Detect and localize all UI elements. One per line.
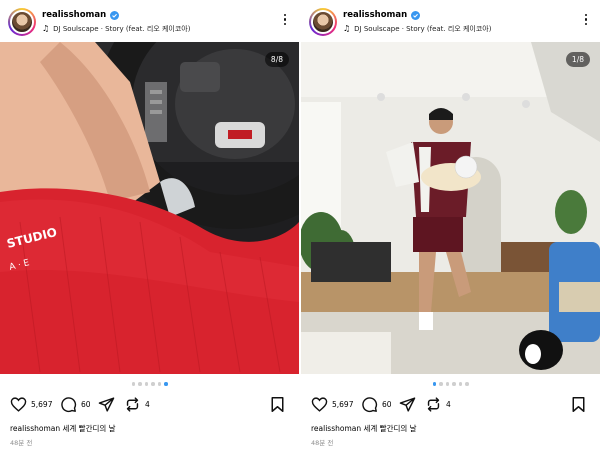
music-note-icon: ♫ bbox=[42, 24, 50, 33]
post-photo[interactable]: STUDIO A · E 8/8 bbox=[0, 42, 299, 374]
share-button[interactable] bbox=[98, 396, 115, 413]
music-label: DJ Soulscape · Story (feat. 리오 케이코아) bbox=[53, 25, 191, 33]
avatar[interactable] bbox=[309, 8, 337, 36]
comments-count: 60 bbox=[382, 400, 392, 409]
action-bar: 5,697 60 4 bbox=[311, 396, 590, 416]
carousel-dot-active bbox=[432, 382, 436, 386]
carousel-dot-active bbox=[164, 382, 168, 386]
carousel-dot bbox=[138, 382, 142, 386]
post-header: realisshoman ♫ DJ Soulscape · Story (fea… bbox=[309, 8, 592, 38]
username[interactable]: realisshoman bbox=[42, 10, 106, 20]
likes-count: 5,697 bbox=[332, 400, 354, 409]
carousel-dot bbox=[151, 382, 155, 386]
like-button[interactable]: 5,697 bbox=[311, 396, 353, 413]
photo-counter: 1/8 bbox=[565, 52, 590, 67]
living-room-photo bbox=[301, 42, 600, 374]
save-button[interactable] bbox=[571, 396, 586, 417]
action-bar: 5,697 60 4 bbox=[10, 396, 289, 416]
carousel-dot bbox=[452, 382, 456, 386]
username[interactable]: realisshoman bbox=[343, 10, 407, 20]
comment-button[interactable]: 60 bbox=[60, 396, 91, 413]
caption-text: 세계 빨간디의 날 bbox=[363, 424, 417, 433]
comments-count: 60 bbox=[81, 400, 91, 409]
carousel-dot bbox=[144, 382, 148, 386]
caption: realisshoman 세계 빨간디의 날 bbox=[311, 423, 417, 434]
more-icon[interactable] bbox=[584, 14, 588, 28]
caption-username[interactable]: realisshoman bbox=[10, 424, 60, 433]
avatar[interactable] bbox=[8, 8, 36, 36]
post-header: realisshoman ♫ DJ Soulscape · Story (fea… bbox=[8, 8, 291, 38]
bookmark-icon bbox=[572, 397, 585, 412]
post-right: realisshoman ♫ DJ Soulscape · Story (fea… bbox=[301, 0, 600, 451]
feed-screenshot: realisshoman ♫ DJ Soulscape · Story (fea… bbox=[0, 0, 600, 451]
carousel-dot bbox=[445, 382, 449, 386]
share-icon bbox=[399, 397, 416, 412]
likes-count: 5,697 bbox=[31, 400, 53, 409]
comment-button[interactable]: 60 bbox=[361, 396, 392, 413]
more-icon[interactable] bbox=[283, 14, 287, 28]
carousel-dot bbox=[439, 382, 443, 386]
post-photo[interactable]: 1/8 bbox=[301, 42, 600, 374]
heart-icon bbox=[311, 397, 328, 412]
carousel-dots bbox=[0, 382, 299, 386]
bookmark-icon bbox=[271, 397, 284, 412]
car-photo: STUDIO A · E bbox=[0, 42, 299, 374]
post-left: realisshoman ♫ DJ Soulscape · Story (fea… bbox=[0, 0, 299, 451]
carousel-dot bbox=[458, 382, 462, 386]
repost-icon bbox=[126, 397, 139, 412]
carousel-dot bbox=[465, 382, 469, 386]
caption: realisshoman 세계 빨간디의 날 bbox=[10, 423, 116, 434]
reposts-count: 4 bbox=[145, 400, 150, 409]
caption-text: 세계 빨간디의 날 bbox=[62, 424, 116, 433]
reposts-count: 4 bbox=[446, 400, 451, 409]
comment-icon bbox=[362, 397, 378, 413]
share-icon bbox=[98, 397, 115, 412]
caption-username[interactable]: realisshoman bbox=[311, 424, 361, 433]
heart-icon bbox=[10, 397, 27, 412]
share-button[interactable] bbox=[399, 396, 416, 413]
verified-icon bbox=[411, 10, 421, 20]
post-time: 48분 전 bbox=[311, 439, 334, 447]
like-button[interactable]: 5,697 bbox=[10, 396, 52, 413]
repost-button[interactable]: 4 bbox=[425, 396, 451, 413]
repost-icon bbox=[427, 397, 440, 412]
post-time: 48분 전 bbox=[10, 439, 33, 447]
repost-button[interactable]: 4 bbox=[124, 396, 150, 413]
verified-icon bbox=[110, 10, 120, 20]
music-info[interactable]: ♫ DJ Soulscape · Story (feat. 리오 케이코아) bbox=[343, 24, 491, 34]
music-note-icon: ♫ bbox=[343, 24, 351, 33]
music-label: DJ Soulscape · Story (feat. 리오 케이코아) bbox=[354, 25, 492, 33]
carousel-dot bbox=[157, 382, 161, 386]
photo-counter: 8/8 bbox=[264, 52, 289, 67]
music-info[interactable]: ♫ DJ Soulscape · Story (feat. 리오 케이코아) bbox=[42, 24, 190, 34]
save-button[interactable] bbox=[270, 396, 285, 417]
carousel-dots bbox=[301, 382, 600, 386]
carousel-dot bbox=[131, 382, 135, 386]
comment-icon bbox=[61, 397, 77, 413]
